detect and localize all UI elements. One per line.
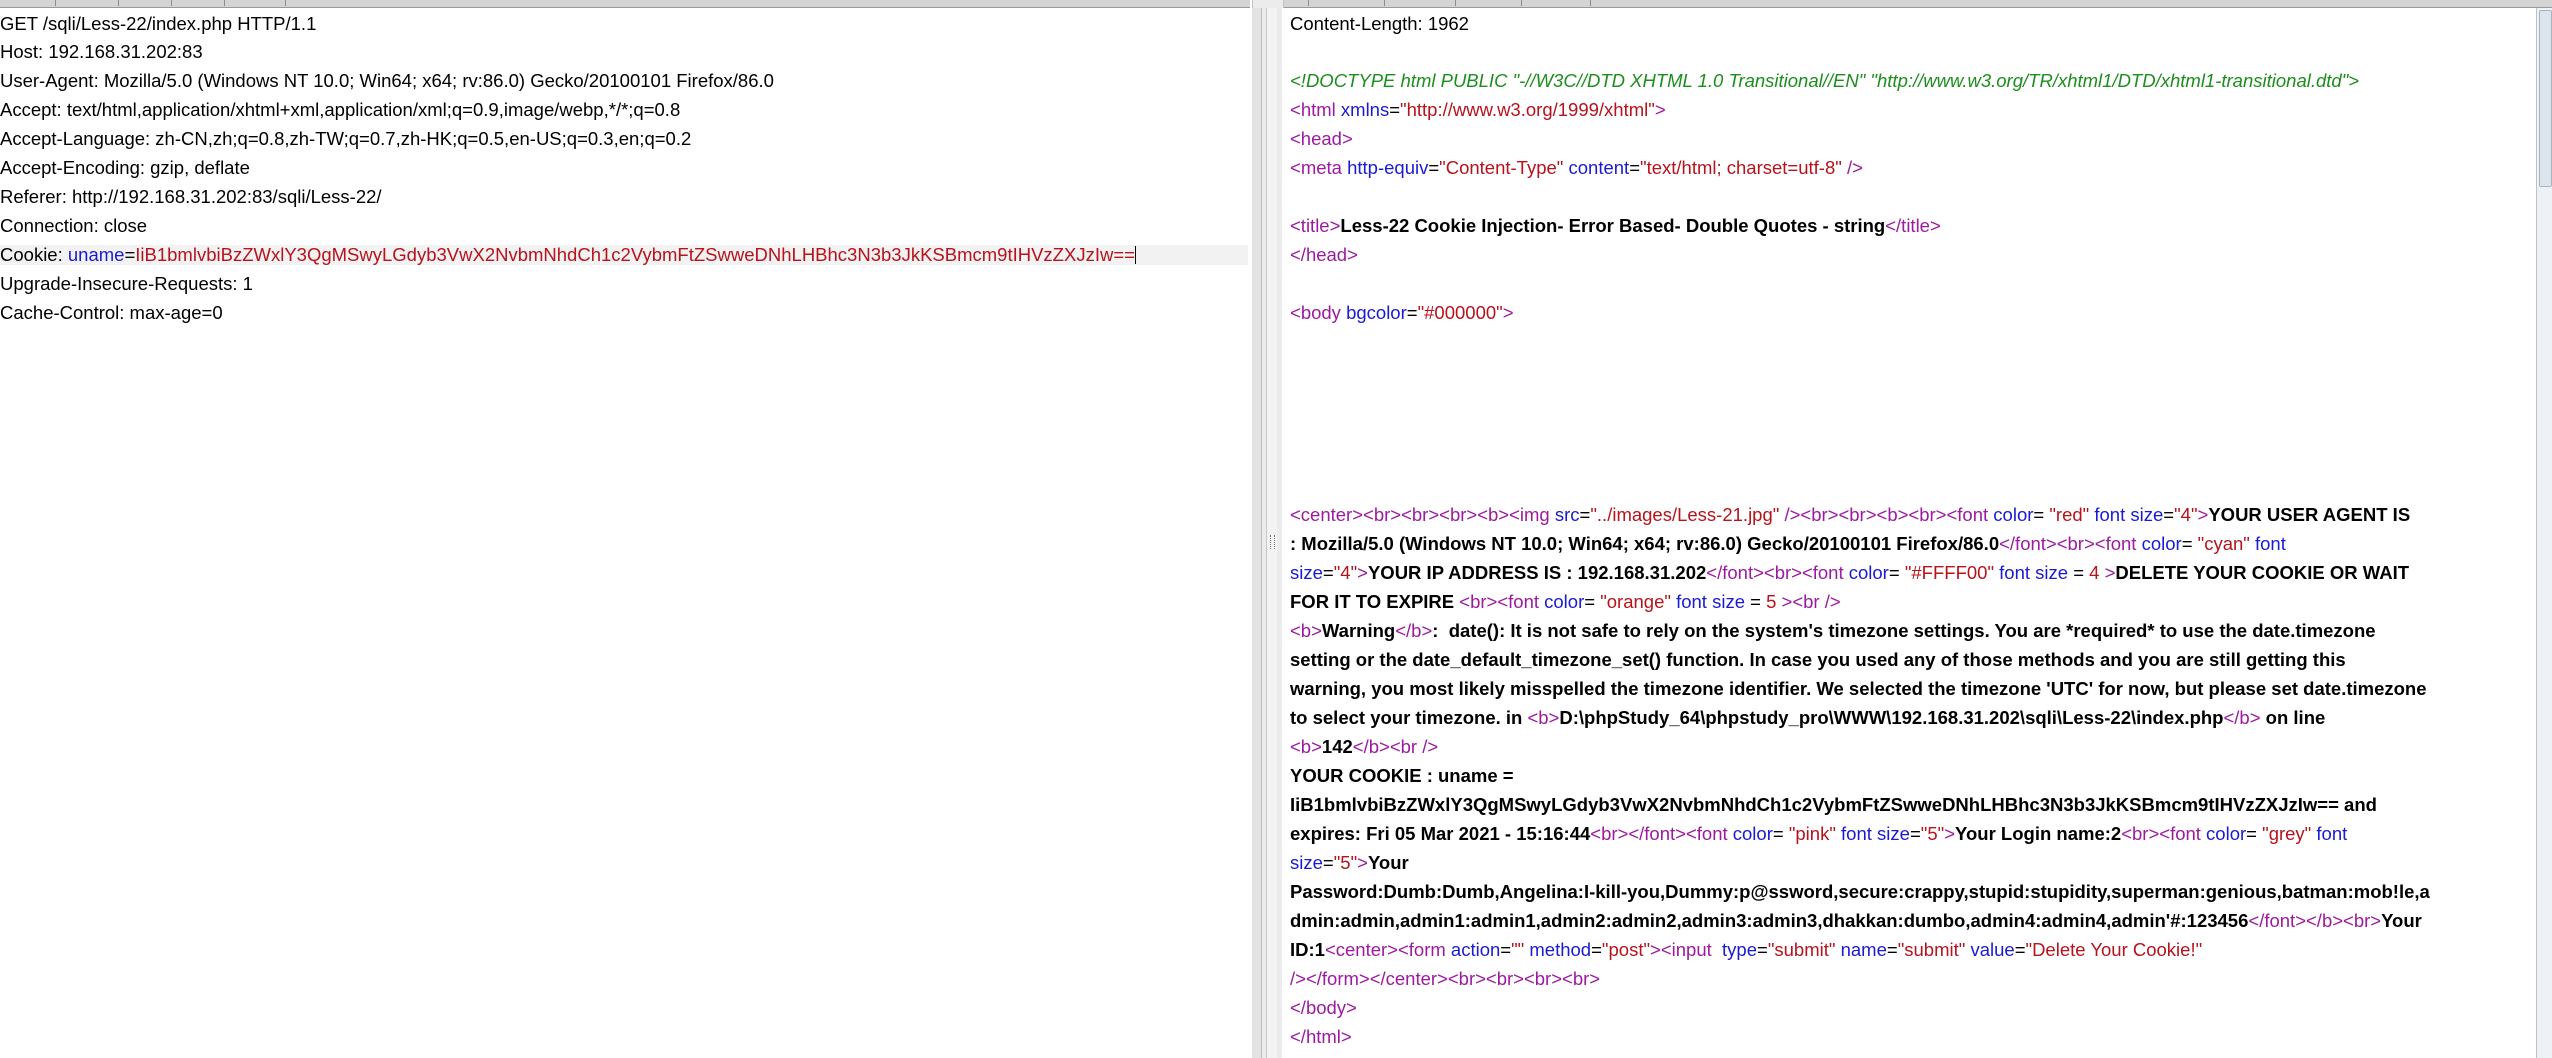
header-referer[interactable]: Referer: http://192.168.31.202:83/sqli/L…: [0, 187, 382, 207]
meta-line: <meta http-equiv="Content-Type" content=…: [1290, 157, 1863, 178]
your-cookie-line: YOUR COOKIE : uname =: [1290, 765, 1514, 786]
body-close-line: </body>: [1290, 997, 1357, 1018]
expire-line: FOR IT TO EXPIRE <br><font color= "orang…: [1290, 591, 1841, 612]
header-host[interactable]: Host: 192.168.31.202:83: [0, 42, 203, 62]
response-tab[interactable]: [1385, 0, 1456, 6]
body-open-line: <body bgcolor="#000000">: [1290, 302, 1514, 323]
divider-grip-icon[interactable]: [1270, 535, 1275, 549]
response-viewer[interactable]: Content-Length: 1962 <!DOCTYPE html PUBL…: [1282, 8, 2536, 1058]
head-close-line: </head>: [1290, 244, 1358, 265]
warning-path-line: to select your timezone. in <b>D:\phpStu…: [1290, 707, 2326, 728]
text-caret: [1134, 246, 1136, 264]
request-tab[interactable]: [56, 0, 119, 6]
ip-address-line: size="4">YOUR IP ADDRESS IS : 192.168.31…: [1290, 562, 2410, 583]
cookie-label: Cookie:: [0, 244, 68, 265]
cookie-value: IiB1bmlvbiBzZWxlY3QgMSwyLGdyb3VwX2NvbmNh…: [135, 244, 1135, 265]
password-dump-line: dmin:admin,admin1:admin1,admin2:admin2,a…: [1290, 910, 2422, 931]
response-tab[interactable]: [1522, 0, 1591, 6]
request-line[interactable]: GET /sqli/Less-22/index.php HTTP/1.1: [0, 14, 316, 34]
header-accept-language[interactable]: Accept-Language: zh-CN,zh;q=0.8,zh-TW;q=…: [0, 129, 691, 149]
head-open-line: <head>: [1290, 128, 1353, 149]
warning-text-line: setting or the date_default_timezone_set…: [1290, 649, 2346, 670]
request-tab[interactable]: [119, 0, 172, 6]
request-tab-strip[interactable]: [0, 0, 1250, 8]
warning-text-line: warning, you most likely misspelled the …: [1290, 678, 2427, 699]
header-accept-encoding[interactable]: Accept-Encoding: gzip, deflate: [0, 158, 250, 178]
line-number-line: <b>142</b><br />: [1290, 736, 1439, 757]
center-img-line: <center><br><br><br><b><img src="../imag…: [1290, 504, 2411, 525]
request-editor[interactable]: GET /sqli/Less-22/index.php HTTP/1.1 Hos…: [0, 8, 1252, 1058]
response-tab[interactable]: [1456, 0, 1522, 6]
doctype-line: <!DOCTYPE html PUBLIC "-//W3C//DTD XHTML…: [1290, 70, 2360, 91]
response-left-gutter: [1266, 8, 1277, 1058]
cookie-equals: =: [124, 244, 136, 265]
header-accept[interactable]: Accept: text/html,application/xhtml+xml,…: [0, 100, 680, 120]
request-tab[interactable]: [225, 0, 286, 6]
html-open-line: <html xmlns="http://www.w3.org/1999/xhtm…: [1290, 99, 1666, 120]
title-line: <title>Less-22 Cookie Injection- Error B…: [1290, 215, 1941, 236]
response-tab[interactable]: [1309, 0, 1385, 6]
response-scrollbar-thumb[interactable]: [2539, 10, 2552, 187]
request-tab[interactable]: [0, 0, 56, 6]
password-label-line: size="5">Your: [1290, 852, 1409, 873]
user-agent-output-line: : Mozilla/5.0 (Windows NT 10.0; Win64; x…: [1290, 533, 2286, 554]
header-connection[interactable]: Connection: close: [0, 216, 147, 236]
form-line: ID:1<center><form action="" method="post…: [1290, 939, 2203, 960]
cookie-name: uname: [67, 244, 125, 265]
response-content-length: Content-Length: 1962: [1290, 13, 1469, 34]
expires-login-line: expires: Fri 05 Mar 2021 - 15:16:44<br><…: [1290, 823, 2348, 844]
password-dump-line: Password:Dumb:Dumb,Angelina:I-kill-you,D…: [1290, 881, 2430, 902]
header-cache-control[interactable]: Cache-Control: max-age=0: [0, 303, 223, 323]
html-close-line: </html>: [1290, 1026, 1352, 1047]
header-user-agent[interactable]: User-Agent: Mozilla/5.0 (Windows NT 10.0…: [0, 71, 774, 91]
warning-line: <b>Warning</b>: date(): It is not safe t…: [1290, 620, 2376, 641]
response-tab-strip[interactable]: [1278, 0, 2552, 8]
header-upgrade-insecure[interactable]: Upgrade-Insecure-Requests: 1: [0, 274, 253, 294]
request-scrollbar[interactable]: [1252, 8, 1262, 1058]
header-cookie[interactable]: Cookie: uname=IiB1bmlvbiBzZWxlY3QgMSwyLG…: [0, 245, 1248, 265]
request-tab[interactable]: [172, 0, 225, 6]
cookie-echo-line: IiB1bmlvbiBzZWxlY3QgMSwyLGdyb3VwX2NvbmNh…: [1290, 794, 2377, 815]
form-close-line: /></form></center><br><br><br><br>: [1290, 968, 1601, 989]
